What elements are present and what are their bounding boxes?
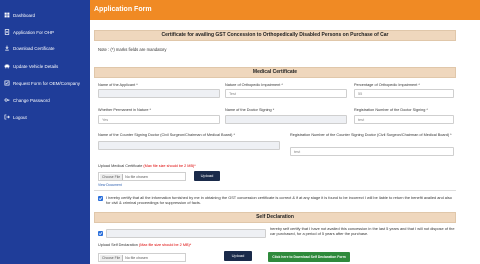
upload-self-label-text: Upload Self Declaration (98, 243, 138, 247)
sidebar-item-download-certificate[interactable]: Download Certificate (4, 45, 55, 51)
check-icon (98, 232, 103, 236)
vehicle-icon (4, 63, 10, 69)
permanent-field[interactable]: Yes (98, 115, 220, 124)
certify-text: I hereby certify that all the informatio… (106, 195, 452, 206)
self-declaration-file-input[interactable]: Choose File No file chosen (98, 253, 186, 262)
applicant-name-label: Name of the Applicant * (98, 83, 138, 87)
doctor-registration-field[interactable]: test (354, 115, 454, 124)
sidebar-item-application[interactable]: Application For OHP (4, 29, 54, 35)
impairment-nature-label: Nature of Orthopedic Impairment * (225, 83, 283, 87)
doctor-registration-label: Registration Number of the Doctor Signin… (354, 108, 428, 112)
upload-medical-button[interactable]: Upload (194, 171, 220, 181)
upload-medical-hint: (Max file size should be 2 MB)* (143, 164, 196, 168)
application-icon (4, 29, 10, 35)
self-declaration-text: hereby self certify that I have not avai… (270, 226, 455, 237)
medical-certificate-heading: Medical Certificate (94, 67, 456, 78)
check-icon (98, 197, 103, 201)
doctor-name-field[interactable] (225, 115, 347, 124)
choose-file-button[interactable]: Choose File (100, 254, 124, 261)
impairment-percentage-label: Percentage of Orthopedic Impairment * (354, 83, 420, 87)
sidebar: Dashboard Application For OHP Download C… (0, 0, 90, 264)
sidebar-item-logout[interactable]: Logout (4, 114, 27, 120)
sidebar-item-label: Request Form for OEM/Company (13, 80, 81, 86)
sidebar-item-label: Download Certificate (13, 45, 55, 51)
no-file-text: No file chosen (125, 174, 148, 179)
sidebar-item-request-form[interactable]: Request Form for OEM/Company (4, 80, 80, 86)
counter-doctor-name-label: Name of the Counter Signing Doctor (Civi… (98, 133, 235, 137)
form-title: Certificate for availing GST Concession … (94, 30, 456, 41)
choose-file-button[interactable]: Choose File (100, 173, 124, 180)
sidebar-item-label: Change Password (13, 97, 50, 103)
download-self-declaration-button[interactable]: Click here to Download Self Declaration … (268, 252, 350, 262)
view-document-link[interactable]: View Document (98, 183, 122, 187)
counter-doctor-registration-label: Registration Number of the Counter Signi… (290, 133, 452, 137)
upload-self-hint: (Max file size should be 2 MB)* (138, 243, 192, 247)
upload-medical-label-text: Upload Medical Certificate (98, 164, 143, 168)
page-title: Application Form (90, 0, 480, 20)
counter-doctor-registration-field[interactable]: test (290, 147, 454, 156)
certify-checkbox[interactable] (98, 196, 103, 201)
self-declaration-heading: Self Declaration (94, 212, 456, 223)
sidebar-item-label: Dashboard (13, 12, 36, 18)
logout-icon (4, 114, 10, 120)
mandatory-note: Note : (*) marks fields are mandatory (98, 47, 167, 52)
applicant-name-field[interactable] (98, 89, 220, 98)
divider (94, 190, 456, 191)
upload-self-label: Upload Self Declaration (Max file size s… (98, 243, 191, 247)
sidebar-item-label: Application For OHP (13, 29, 55, 35)
upload-medical-label: Upload Medical Certificate (Max file siz… (98, 164, 196, 168)
self-declaration-name-field[interactable] (106, 229, 266, 238)
impairment-nature-field[interactable]: Test (225, 89, 347, 98)
permanent-label: Whether Permanent in Nature * (98, 108, 151, 112)
sidebar-item-label: Update Vehicle Details (13, 63, 59, 69)
main-content: Application Form Certificate for availin… (90, 0, 480, 264)
key-icon (4, 97, 10, 103)
request-icon (4, 80, 10, 86)
medical-file-input[interactable]: Choose File No file chosen (98, 172, 186, 181)
sidebar-item-update-vehicle[interactable]: Update Vehicle Details (4, 63, 58, 69)
dashboard-icon (4, 12, 10, 18)
sidebar-item-dashboard[interactable]: Dashboard (4, 12, 35, 18)
self-declaration-checkbox[interactable] (98, 231, 103, 236)
counter-doctor-name-field[interactable] (98, 141, 280, 150)
download-icon (4, 45, 10, 51)
sidebar-item-label: Logout (13, 114, 27, 120)
impairment-percentage-field[interactable]: 55 (354, 89, 454, 98)
upload-self-button[interactable]: Upload (224, 251, 252, 261)
sidebar-item-change-password[interactable]: Change Password (4, 97, 50, 103)
no-file-text: No file chosen (125, 255, 148, 260)
doctor-name-label: Name of the Doctor Signing * (225, 108, 275, 112)
